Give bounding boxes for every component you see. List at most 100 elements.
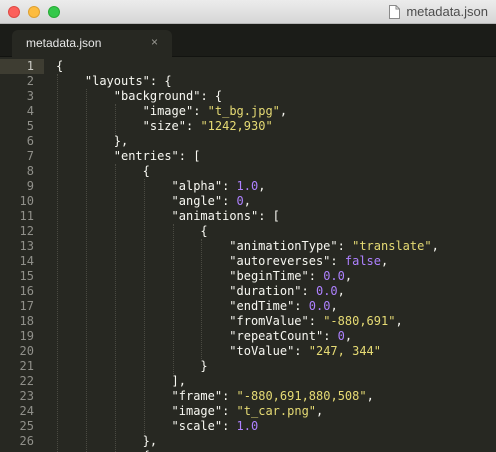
indent-guide: [114, 164, 116, 452]
code-token: "endTime": [229, 299, 295, 313]
code-token: ,: [330, 299, 338, 313]
code-line: "animations": [: [172, 209, 280, 224]
title-bar: metadata.json: [0, 0, 496, 24]
window-title-text: metadata.json: [406, 4, 488, 19]
line-number: 5: [26, 119, 34, 133]
code-token: ,: [258, 179, 266, 193]
code-token: "alpha": [171, 179, 223, 193]
code-line: "layouts": {: [85, 74, 172, 89]
code-line: "toValue": "247, 344": [229, 344, 381, 359]
line-number: 21: [19, 359, 34, 373]
code-token: ,: [337, 284, 345, 298]
code-line: },: [114, 134, 128, 149]
code-token: {: [56, 59, 64, 73]
line-number: 26: [19, 434, 34, 448]
code-line: "duration": 0.0,: [229, 284, 345, 299]
code-line: },: [143, 434, 157, 449]
code-token: :: [337, 239, 353, 253]
code-token: "scale": [171, 419, 223, 433]
line-number: 14: [19, 254, 34, 268]
code-line: "scale": 1.0: [172, 419, 259, 434]
code-token: : {: [149, 74, 172, 88]
code-editor[interactable]: 1 2 3 4 5 6 7 8 9 10 11 12 13 14 15 16 17 18 19 20 21 22 23 24 2…: [0, 57, 496, 452]
code-token: {: [142, 164, 150, 178]
code-token: }: [200, 359, 208, 373]
line-number: 15: [19, 269, 34, 283]
line-number: 7: [26, 149, 34, 163]
code-token: "frame": [171, 389, 223, 403]
code-token: ],: [171, 374, 186, 388]
close-window-button[interactable]: [8, 6, 20, 18]
line-number: 19: [19, 329, 34, 343]
line-number: 18: [19, 314, 34, 328]
code-line: "size": "1242,930": [143, 119, 273, 134]
line-number: 11: [19, 209, 34, 223]
code-line: "alpha": 1.0,: [172, 179, 266, 194]
line-number: 16: [19, 284, 34, 298]
line-number-gutter: 1 2 3 4 5 6 7 8 9 10 11 12 13 14 15 16 17 18 19 20 21 22 23 24 2…: [0, 57, 44, 452]
code-token: {: [200, 224, 208, 238]
code-line: {: [56, 59, 63, 74]
window-title: metadata.json: [389, 3, 488, 21]
code-token: 0.0: [323, 269, 345, 283]
code-token: 0.0: [315, 284, 338, 298]
code-line: {: [143, 164, 150, 179]
code-token: "entries": [113, 149, 179, 163]
code-line: "repeatCount": 0,: [229, 329, 352, 344]
code-token: :: [330, 254, 345, 268]
tab-close-icon[interactable]: ×: [151, 35, 158, 49]
code-token: ,: [431, 239, 439, 253]
code-token: false: [344, 254, 381, 268]
code-token: "toValue": [229, 344, 295, 358]
code-token: ,: [243, 194, 252, 208]
code-line: }: [200, 359, 207, 374]
line-number: 4: [26, 104, 34, 118]
line-number: 1: [26, 59, 34, 73]
zoom-window-button[interactable]: [48, 6, 60, 18]
code-token: : {: [200, 89, 223, 103]
code-token: "-880,691,880,508": [236, 389, 367, 403]
code-token: :: [301, 284, 316, 298]
indent-guide: [143, 179, 145, 434]
code-token: 0.0: [308, 299, 331, 313]
code-token: :: [222, 404, 237, 418]
code-line: "entries": [: [114, 149, 201, 164]
code-token: ,: [344, 269, 353, 283]
line-number: 13: [19, 239, 34, 253]
code-line: "angle": 0,: [172, 194, 252, 209]
line-number: 24: [19, 404, 34, 418]
tab-metadata-json[interactable]: metadata.json ×: [12, 30, 172, 57]
code-token: "animationType": [229, 239, 338, 253]
code-line: "endTime": 0.0,: [229, 299, 337, 314]
line-number: 22: [19, 374, 34, 388]
code-line: ],: [172, 374, 186, 389]
code-token: "-880,691": [323, 314, 396, 328]
code-token: ,: [316, 404, 324, 418]
code-token: ,: [381, 254, 389, 268]
line-number: 23: [19, 389, 34, 403]
code-line: {: [200, 224, 207, 239]
code-token: "layouts": [84, 74, 150, 88]
code-token: ,: [395, 314, 403, 328]
code-token: ,: [366, 389, 374, 403]
code-token: :: [222, 179, 237, 193]
code-line: "image": "t_car.png",: [172, 404, 324, 419]
code-token: "angle": [171, 194, 223, 208]
code-token: "image": [142, 104, 194, 118]
code-line: "animationType": "translate",: [229, 239, 439, 254]
code-token: "size": [142, 119, 186, 133]
code-token: "animations": [171, 209, 259, 223]
code-token: 0: [236, 194, 244, 208]
line-number: 25: [19, 419, 34, 433]
minimize-window-button[interactable]: [28, 6, 40, 18]
code-token: :: [193, 104, 208, 118]
code-token: "t_bg.jpg": [207, 104, 280, 118]
code-token: : [: [258, 209, 280, 223]
tab-bar: metadata.json ×: [0, 24, 496, 57]
indent-guide: [57, 74, 58, 452]
code-line: "background": {: [114, 89, 222, 104]
code-token: :: [294, 344, 309, 358]
line-number: 8: [26, 164, 34, 178]
code-token: "repeatCount": [229, 329, 324, 343]
code-token: "translate": [352, 239, 432, 253]
